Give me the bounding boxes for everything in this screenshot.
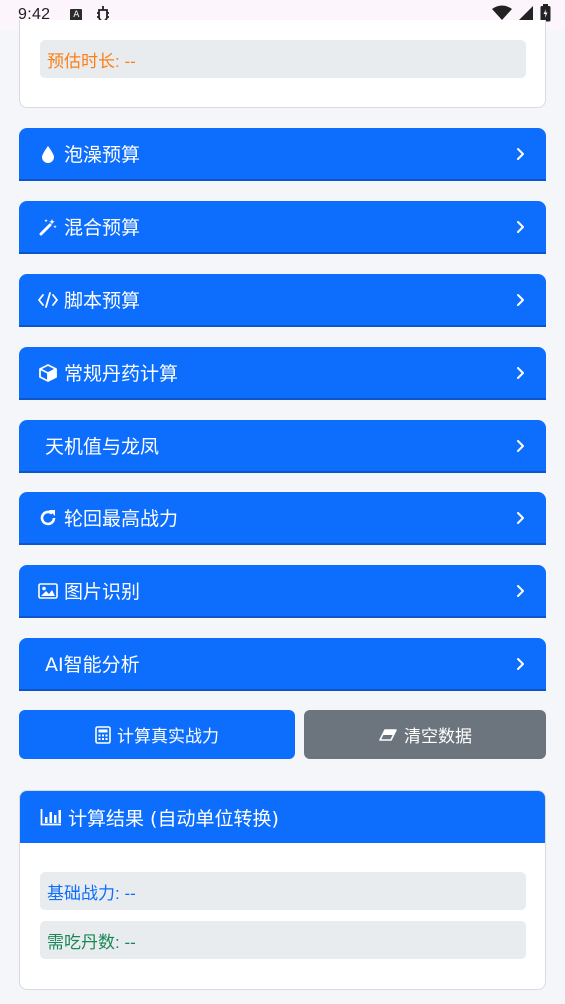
droplet-icon	[38, 144, 58, 164]
bar-chart-icon	[40, 808, 62, 826]
result-title: 计算结果 (自动单位转换)	[68, 807, 279, 830]
section-label: 脚本预算	[64, 290, 141, 312]
eraser-icon	[378, 728, 398, 742]
clear-data-label: 清空数据	[404, 727, 472, 747]
section-pill-calc[interactable]: 常规丹药计算	[19, 347, 546, 400]
calculate-power-label: 计算真实战力	[117, 727, 219, 747]
section-bath-budget[interactable]: 泡澡预算	[19, 128, 546, 181]
chevron-right-icon	[514, 584, 526, 598]
chevron-right-icon	[514, 657, 526, 671]
section-script-budget[interactable]: 脚本预算	[19, 274, 546, 327]
clear-data-button[interactable]: 清空数据	[304, 710, 546, 759]
section-image-recognition[interactable]: 图片识别	[19, 565, 546, 618]
section-label: 轮回最高战力	[64, 508, 179, 530]
chevron-right-icon	[514, 147, 526, 161]
chevron-right-icon	[514, 293, 526, 307]
result-card: 计算结果 (自动单位转换) 基础战力: -- 需吃丹数: --	[19, 790, 546, 990]
calculate-power-button[interactable]: 计算真实战力	[19, 710, 295, 759]
image-icon	[38, 581, 58, 601]
section-ai-analysis[interactable]: AI智能分析	[19, 638, 546, 691]
result-header: 计算结果 (自动单位转换)	[20, 791, 545, 843]
section-label: 常规丹药计算	[64, 363, 179, 385]
chevron-right-icon	[514, 366, 526, 380]
code-icon	[38, 290, 58, 310]
cube-icon	[38, 363, 58, 383]
section-mixed-budget[interactable]: 混合预算	[19, 201, 546, 254]
section-label: AI智能分析	[45, 654, 140, 676]
refresh-icon	[38, 508, 58, 528]
chevron-right-icon	[514, 220, 526, 234]
calculator-icon	[95, 725, 111, 744]
magic-wand-icon	[38, 217, 58, 237]
pills-needed-field: 需吃丹数: --	[40, 921, 526, 959]
section-label: 天机值与龙凤	[45, 436, 160, 458]
estimated-duration-field: 预估时长: --	[40, 40, 526, 78]
base-power-field: 基础战力: --	[40, 872, 526, 910]
section-tianji-longfeng[interactable]: 天机值与龙凤	[19, 420, 546, 473]
chevron-right-icon	[514, 439, 526, 453]
section-label: 混合预算	[64, 217, 141, 239]
section-label: 图片识别	[64, 581, 141, 603]
estimate-card: 预估时长: --	[19, 20, 546, 108]
chevron-right-icon	[514, 511, 526, 525]
section-label: 泡澡预算	[64, 144, 141, 166]
section-reincarnation-power[interactable]: 轮回最高战力	[19, 492, 546, 545]
